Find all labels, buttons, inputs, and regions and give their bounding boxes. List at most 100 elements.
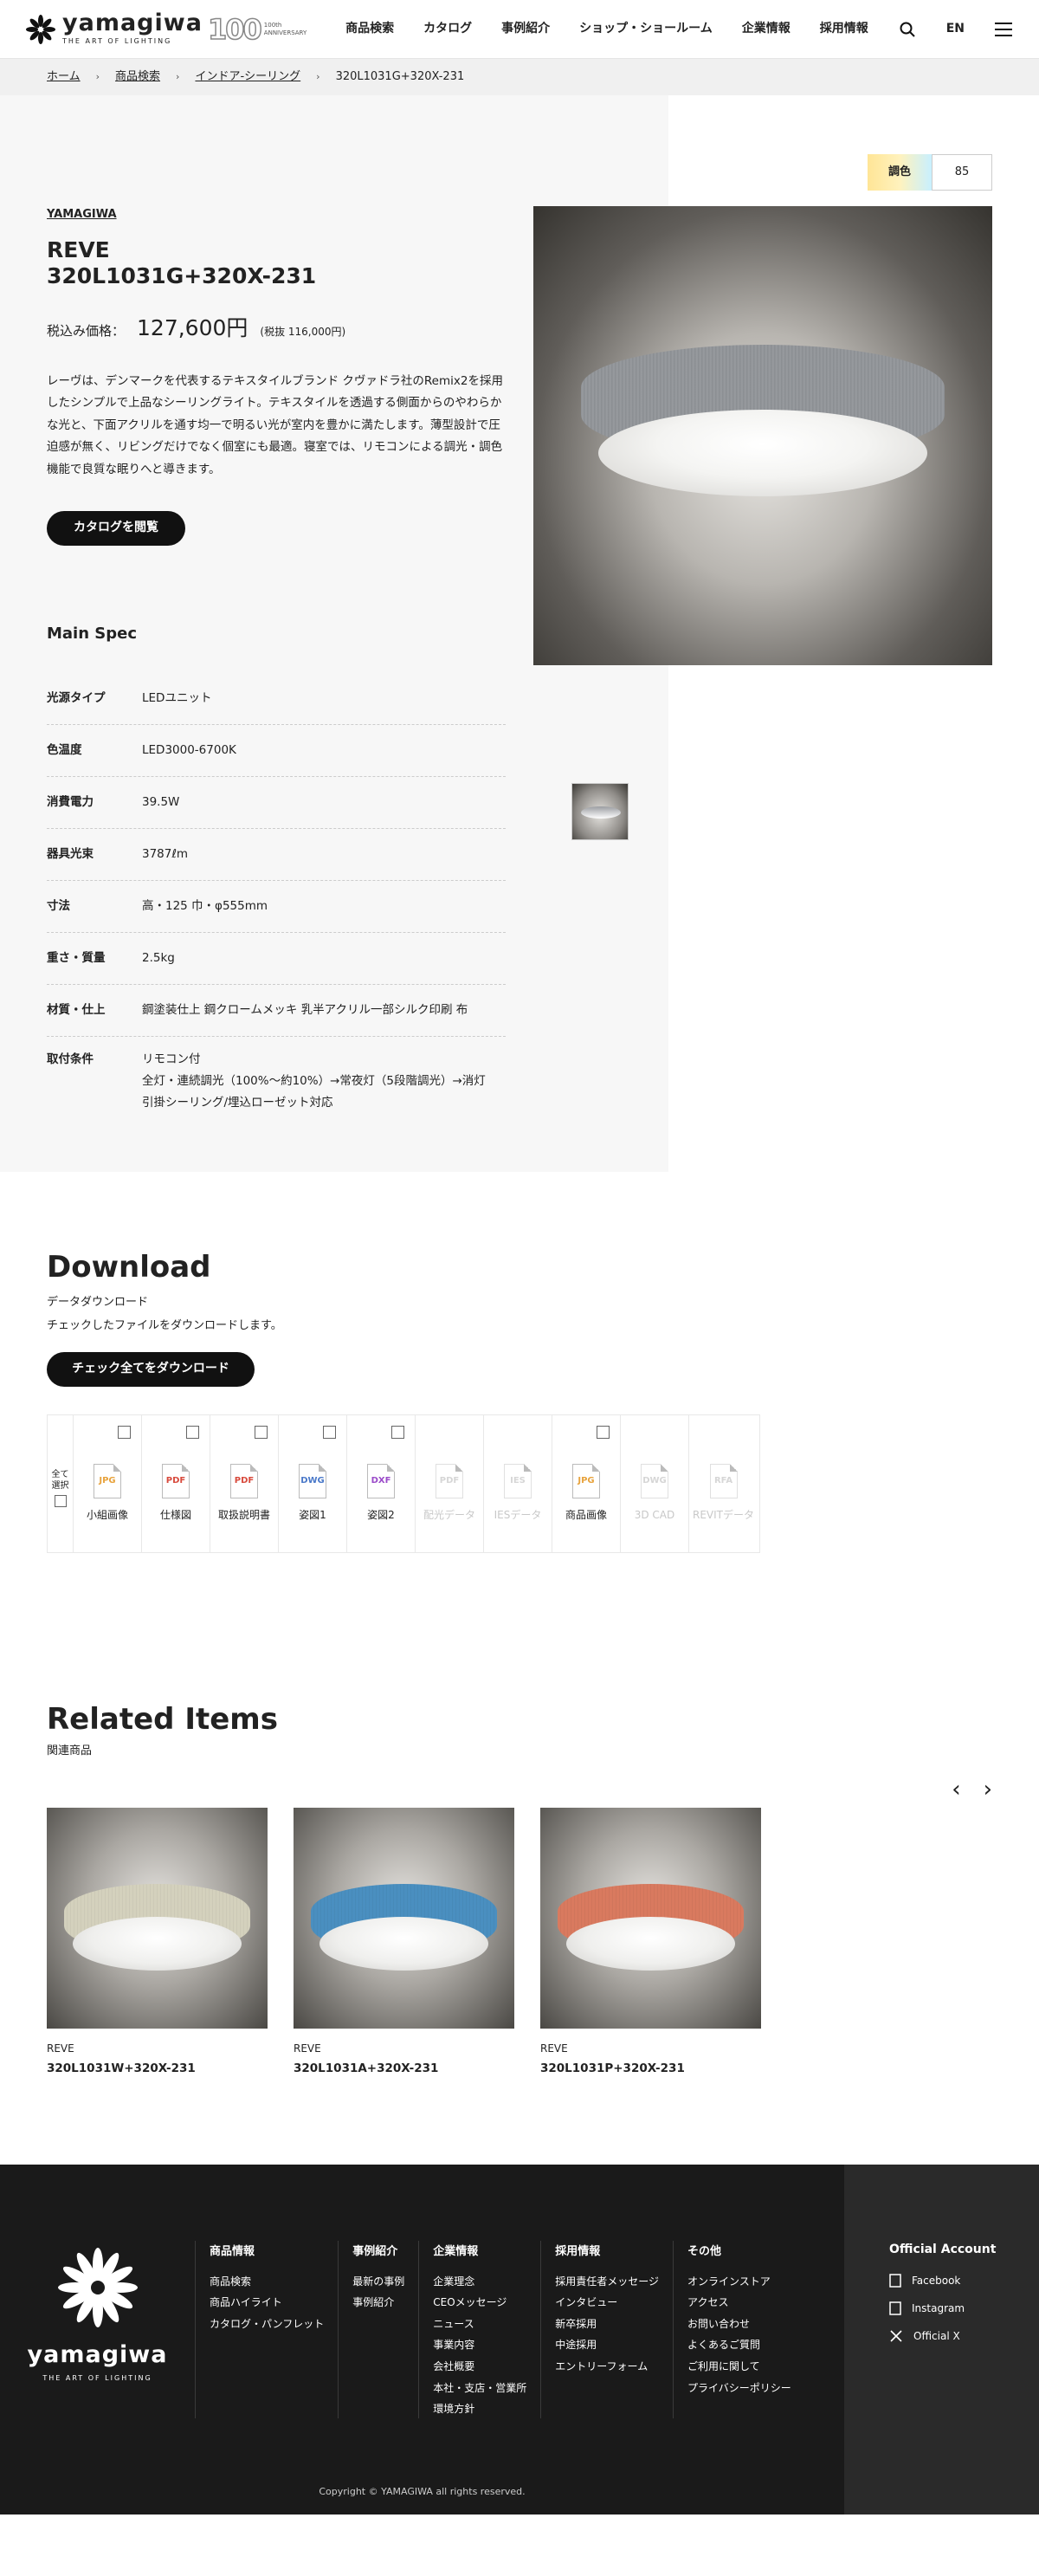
footer-link[interactable]: 事業内容 <box>433 2334 526 2356</box>
file-label: 商品画像 <box>565 1508 607 1521</box>
sns-facebook[interactable]: Facebook <box>889 2271 1039 2290</box>
footer-link[interactable]: 中途採用 <box>555 2334 659 2356</box>
chevron-left-icon[interactable]: ‹ <box>952 1773 960 1807</box>
file-label: 姿図1 <box>299 1508 326 1521</box>
related-item[interactable]: REVE 320L1031W+320X-231 <box>47 1808 268 2077</box>
download-title: Download <box>47 1250 211 1285</box>
sns-label: Official X <box>913 2330 960 2342</box>
footer-logo[interactable]: yamagiwa THE ART OF LIGHTING <box>0 2165 195 2515</box>
download-all-button[interactable]: チェック全てをダウンロード <box>47 1351 255 1387</box>
footer-link[interactable]: オンラインストア <box>687 2271 791 2293</box>
related-item-image[interactable] <box>540 1808 761 2029</box>
menu-icon[interactable] <box>994 20 1013 39</box>
related-section: Related Items 関連商品 ‹ › REVE 320L1031W+320… <box>0 1702 1039 2165</box>
spec-value: 3787ℓm <box>142 847 189 862</box>
footer-link[interactable]: 商品ハイライト <box>210 2292 324 2314</box>
breadcrumb-products[interactable]: 商品検索 <box>115 68 160 86</box>
chevron-right-icon: › <box>176 70 180 82</box>
footer-link[interactable]: 新卒採用 <box>555 2314 659 2335</box>
related-item-code: 320L1031P+320X-231 <box>540 2061 685 2076</box>
file-item[interactable]: JPG 商品画像 <box>552 1414 621 1552</box>
site-logo[interactable]: yamagiwa THE ART OF LIGHTING <box>26 11 208 47</box>
logo-flower-icon <box>57 2248 138 2327</box>
footer-logo-tagline: THE ART OF LIGHTING <box>42 2373 152 2382</box>
anniversary-number: 100 <box>207 12 262 46</box>
footer-link[interactable]: 最新の事例 <box>352 2271 404 2293</box>
color-chip[interactable]: 調色 <box>868 154 932 191</box>
spec-key: 寸法 <box>47 899 70 914</box>
file-label: 3D CAD <box>634 1508 675 1521</box>
footer-link[interactable]: よくあるご質問 <box>687 2334 791 2356</box>
footer-link[interactable]: 事例紹介 <box>352 2292 404 2314</box>
file-type-icon: PDF <box>230 1463 258 1498</box>
file-checkbox[interactable] <box>255 1425 268 1439</box>
spec-row: 消費電力 39.5W <box>47 777 506 829</box>
file-item[interactable]: PDF 取扱説明書 <box>210 1414 279 1552</box>
breadcrumb-category[interactable]: インドア-シーリング <box>195 68 300 86</box>
spec-row: 材質・仕上 鋼塗装仕上 鋼クロームメッキ 乳半アクリル一部シルク印刷 布 <box>47 985 506 1037</box>
footer-link[interactable]: 採用責任者メッセージ <box>555 2271 659 2293</box>
footer-link[interactable]: 会社概要 <box>433 2356 526 2378</box>
footer-link[interactable]: 環境方針 <box>433 2398 526 2420</box>
breadcrumb-home[interactable]: ホーム <box>47 68 81 86</box>
file-item[interactable]: PDF 仕様図 <box>142 1414 210 1552</box>
file-checkbox[interactable] <box>186 1425 199 1439</box>
footer-link[interactable]: エントリーフォーム <box>555 2356 659 2378</box>
chevron-right-icon: › <box>316 70 320 82</box>
nav-showroom[interactable]: ショップ・ショールーム <box>579 20 713 38</box>
nav-cases[interactable]: 事例紹介 <box>501 20 550 38</box>
file-checkbox[interactable] <box>118 1425 131 1439</box>
logo-tagline: THE ART OF LIGHTING <box>62 37 172 45</box>
nav-products[interactable]: 商品検索 <box>345 20 394 38</box>
select-all-label: 全て選択 <box>51 1469 69 1491</box>
related-subtitle: 関連商品 <box>47 1744 93 1757</box>
footer-link[interactable]: ご利用に関して <box>687 2356 791 2378</box>
nav-recruit[interactable]: 採用情報 <box>820 20 868 38</box>
related-item-image[interactable] <box>47 1808 268 2029</box>
related-item-image[interactable] <box>294 1808 514 2029</box>
file-item[interactable]: DXF 姿図2 <box>347 1414 416 1552</box>
footer-link[interactable]: カタログ・パンフレット <box>210 2314 324 2335</box>
footer-link[interactable]: 企業理念 <box>433 2271 526 2293</box>
language-switch[interactable]: EN <box>946 20 965 38</box>
view-catalog-button[interactable]: カタログを閲覧 <box>47 510 185 546</box>
spec-row: 色温度 LED3000-6700K <box>47 725 506 777</box>
nav-company[interactable]: 企業情報 <box>742 20 791 38</box>
product-thumbnail[interactable] <box>571 783 629 840</box>
search-icon[interactable] <box>898 20 917 39</box>
file-checkbox[interactable] <box>597 1425 610 1439</box>
sns-x[interactable]: Official X <box>889 2327 1039 2346</box>
footer-link[interactable]: CEOメッセージ <box>433 2292 526 2314</box>
related-item[interactable]: REVE 320L1031P+320X-231 <box>540 1808 761 2077</box>
file-checkbox[interactable] <box>323 1425 336 1439</box>
product-maker-link[interactable]: YAMAGIWA <box>47 206 117 223</box>
spec-key: 器具光束 <box>47 847 94 862</box>
footer-link[interactable]: 本社・支店・営業所 <box>433 2378 526 2399</box>
file-list: 全て選択 JPG 小組画像 PDF 仕様図 PDF 取扱説明書 DWG 姿図1 DXF 姿図2 PD… <box>47 1414 760 1553</box>
file-item[interactable]: DWG 姿図1 <box>279 1414 347 1552</box>
footer-link[interactable]: インタビュー <box>555 2292 659 2314</box>
footer-link[interactable]: ニュース <box>433 2314 526 2335</box>
chevron-right-icon[interactable]: › <box>984 1773 992 1807</box>
select-all[interactable]: 全て選択 <box>48 1414 74 1552</box>
file-item: DWG 3D CAD <box>621 1414 689 1552</box>
footer-link[interactable]: 商品検索 <box>210 2271 324 2293</box>
select-all-checkbox[interactable] <box>54 1494 67 1507</box>
file-type-icon: IES <box>504 1463 532 1498</box>
footer-link[interactable]: プライバシーポリシー <box>687 2378 791 2399</box>
related-title: Related Items <box>47 1702 278 1737</box>
breadcrumb-current: 320L1031G+320X-231 <box>335 70 465 84</box>
anniversary-label-2: ANNIVERSARY <box>263 29 307 36</box>
footer-link[interactable]: アクセス <box>687 2292 791 2314</box>
spec-key: 取付条件 <box>47 1052 94 1066</box>
footer-link[interactable]: お問い合わせ <box>687 2314 791 2335</box>
color-selector[interactable]: 調色 85 <box>868 154 992 191</box>
instagram-icon <box>889 2301 901 2315</box>
related-item[interactable]: REVE 320L1031A+320X-231 <box>294 1808 514 2077</box>
x-icon <box>890 2330 902 2342</box>
nav-catalog[interactable]: カタログ <box>423 20 472 38</box>
file-checkbox[interactable] <box>391 1425 404 1439</box>
file-type-icon: PDF <box>162 1463 190 1498</box>
file-item[interactable]: JPG 小組画像 <box>74 1414 142 1552</box>
sns-instagram[interactable]: Instagram <box>889 2299 1039 2318</box>
